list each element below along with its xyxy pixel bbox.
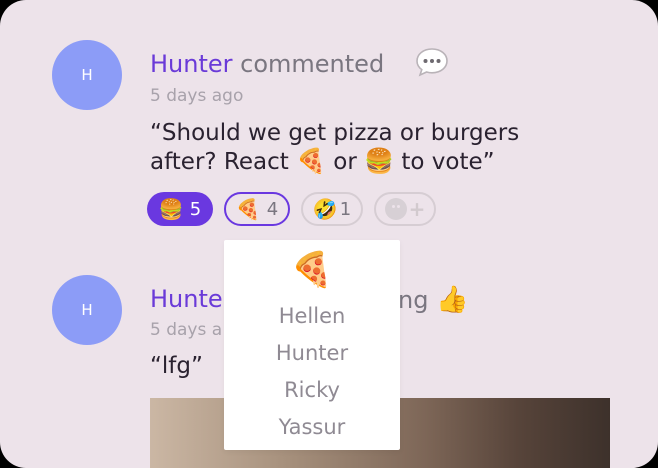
avatar[interactable]: H [52,40,122,110]
comment-headline: Hunter commented [150,50,384,78]
timestamp: 5 days ago [150,86,244,106]
pizza-emoji-icon: 🍕 [296,147,326,175]
pizza-emoji-icon: 🍕 [235,197,261,221]
action-text-fragment: ng [398,286,429,314]
avatar[interactable]: H [52,275,122,345]
comment-text-part: after? React [150,149,297,175]
avatar-initial: H [81,301,93,319]
comment-text-line1: “Should we get pizza or burgers [150,120,520,146]
pizza-emoji-icon: 🍕 [290,250,334,290]
timestamp: 5 days a [150,320,223,340]
comment-text-part: or [326,149,365,175]
author-link[interactable]: Hunter [150,50,233,78]
reactor-list: Hellen Hunter Ricky Yassur [224,298,400,446]
comment-headline: Hunte [150,285,223,313]
comment-text: “lfg” [150,353,203,379]
add-reaction-button[interactable]: + [374,192,436,226]
speech-bubble-icon [416,48,448,77]
thumbs-up-icon: 👍 [436,285,469,315]
reaction-count: 5 [189,198,202,220]
comment-text-part: to vote” [394,149,495,175]
reaction-tooltip: 🍕 Hellen Hunter Ricky Yassur [224,240,400,450]
activity-card: H Hunter commented 5 days ago “Should we… [0,0,658,468]
reaction-burger-button[interactable]: 🍔 5 [147,192,213,226]
reactor-name: Yassur [278,415,346,439]
burger-emoji-icon: 🍔 [364,147,395,175]
avatar-initial: H [81,66,93,84]
reaction-pizza-button[interactable]: 🍕 4 [224,192,290,226]
author-link[interactable]: Hunte [150,285,223,313]
reaction-count: 4 [266,198,279,220]
rofl-emoji-icon: 🤣 [312,197,338,221]
plus-icon: + [408,197,426,221]
reactor-name: Hunter [275,341,349,365]
burger-emoji-icon: 🍔 [158,197,184,221]
reaction-count: 1 [339,198,352,220]
reaction-laugh-button[interactable]: 🤣 1 [301,192,363,226]
action-text: ng 👍 [398,285,468,315]
reactor-name: Hellen [278,304,346,328]
smiley-icon [384,198,407,220]
reactor-name: Ricky [284,378,340,402]
comment-text-line2: after? React 🍕 or 🍔 to vote” [150,147,519,176]
action-text: commented [240,50,385,78]
comment-text: “Should we get pizza or burgers after? R… [150,119,519,176]
